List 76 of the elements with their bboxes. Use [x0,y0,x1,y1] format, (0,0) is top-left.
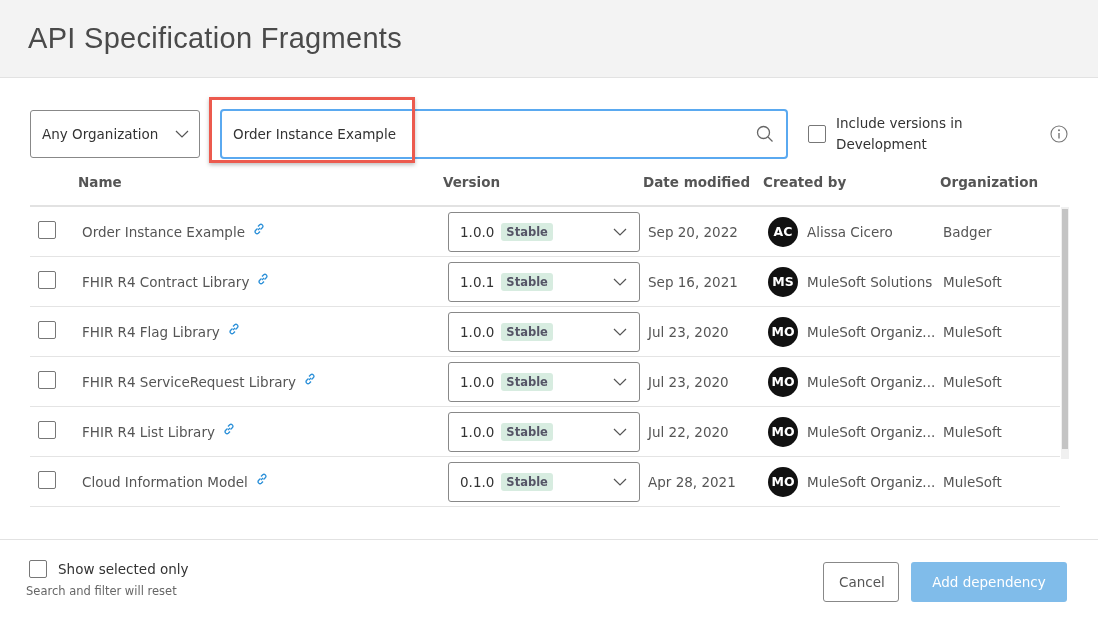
status-badge: Stable [501,472,553,491]
avatar: MO [768,466,798,497]
creator-name: MuleSoft Organiz... [807,423,936,440]
date-text: Jul 22, 2020 [648,423,729,440]
link-icon [257,272,270,285]
checkbox-label: Include versions in Development [836,114,964,154]
organization-dropdown[interactable]: Any Organization [30,110,200,158]
creator-name: MuleSoft Organiz... [807,373,936,390]
fragment-name: FHIR R4 Contract Library [82,273,250,290]
row-checkbox[interactable] [38,271,56,289]
checkbox[interactable] [29,560,47,578]
search-field[interactable]: Order Instance Example [220,109,788,159]
status-badge: Stable [501,222,553,241]
version-dropdown[interactable]: 1.0.0 Stable [448,311,640,352]
organization-text: Badger [943,223,992,240]
column-header: Version [443,174,502,190]
avatar: MO [768,316,798,347]
fragment-name: FHIR R4 ServiceRequest Library [82,373,297,390]
caret-icon [613,427,627,436]
caret-icon [613,377,627,386]
date-text: Jul 23, 2020 [648,373,729,390]
avatar: MO [768,416,798,447]
link-icon [255,472,268,485]
column-header: Created by [763,174,848,190]
fragment-name: FHIR R4 List Library [82,423,215,440]
organization-text: MuleSoft [943,473,1002,490]
row-checkbox[interactable] [38,421,56,439]
fragment-name: FHIR R4 Flag Library [82,323,220,340]
organization-text: MuleSoft [943,273,1002,290]
fragment-name: Cloud Information Model [82,473,248,490]
creator-name: MuleSoft Solutions [807,273,933,290]
date-text: Sep 16, 2021 [648,273,738,290]
cancel-button[interactable]: Cancel [823,562,899,602]
caret-icon [613,277,627,286]
hint-text: Search and filter will reset [26,584,178,598]
creator-name: MuleSoft Organiz... [807,473,936,490]
link-icon [304,372,317,385]
date-text: Sep 20, 2022 [648,223,738,240]
version-dropdown[interactable]: 1.0.1 Stable [448,261,640,302]
creator-name: Alissa Cicero [807,223,893,240]
caret-icon [613,327,627,336]
row-checkbox[interactable] [38,221,56,239]
scrollbar[interactable] [1062,209,1068,449]
link-icon [252,222,265,235]
status-badge: Stable [501,372,553,391]
version-dropdown[interactable]: 0.1.0 Stable [448,461,640,502]
link-icon [222,422,235,435]
organization-text: MuleSoft [943,323,1002,340]
creator-name: MuleSoft Organiz... [807,323,936,340]
avatar: MO [768,366,798,397]
date-text: Apr 28, 2021 [648,473,736,490]
version-dropdown[interactable]: 1.0.0 Stable [448,361,640,402]
version-dropdown[interactable]: 1.0.0 Stable [448,211,640,252]
date-text: Jul 23, 2020 [648,323,729,340]
fragment-name: Order Instance Example [82,223,245,240]
row-checkbox[interactable] [38,371,56,389]
caret-icon [613,227,627,236]
caret-icon [175,130,189,138]
dialog-title: API Specification Fragments [28,22,402,55]
search-icon [756,125,774,143]
version-dropdown[interactable]: 1.0.0 Stable [448,411,640,452]
status-badge: Stable [501,422,553,441]
row-checkbox[interactable] [38,321,56,339]
checkbox-label: Show selected only [58,561,189,577]
row-checkbox[interactable] [38,471,56,489]
caret-icon [613,477,627,486]
info-icon [1050,125,1068,143]
status-badge: Stable [501,272,553,291]
checkbox[interactable] [808,125,826,143]
avatar: AC [768,216,798,247]
organization-text: MuleSoft [943,423,1002,440]
organization-text: MuleSoft [943,373,1002,390]
avatar: MS [768,266,798,297]
link-icon [227,322,240,335]
column-header: Organization [940,174,1040,190]
status-badge: Stable [501,322,553,341]
